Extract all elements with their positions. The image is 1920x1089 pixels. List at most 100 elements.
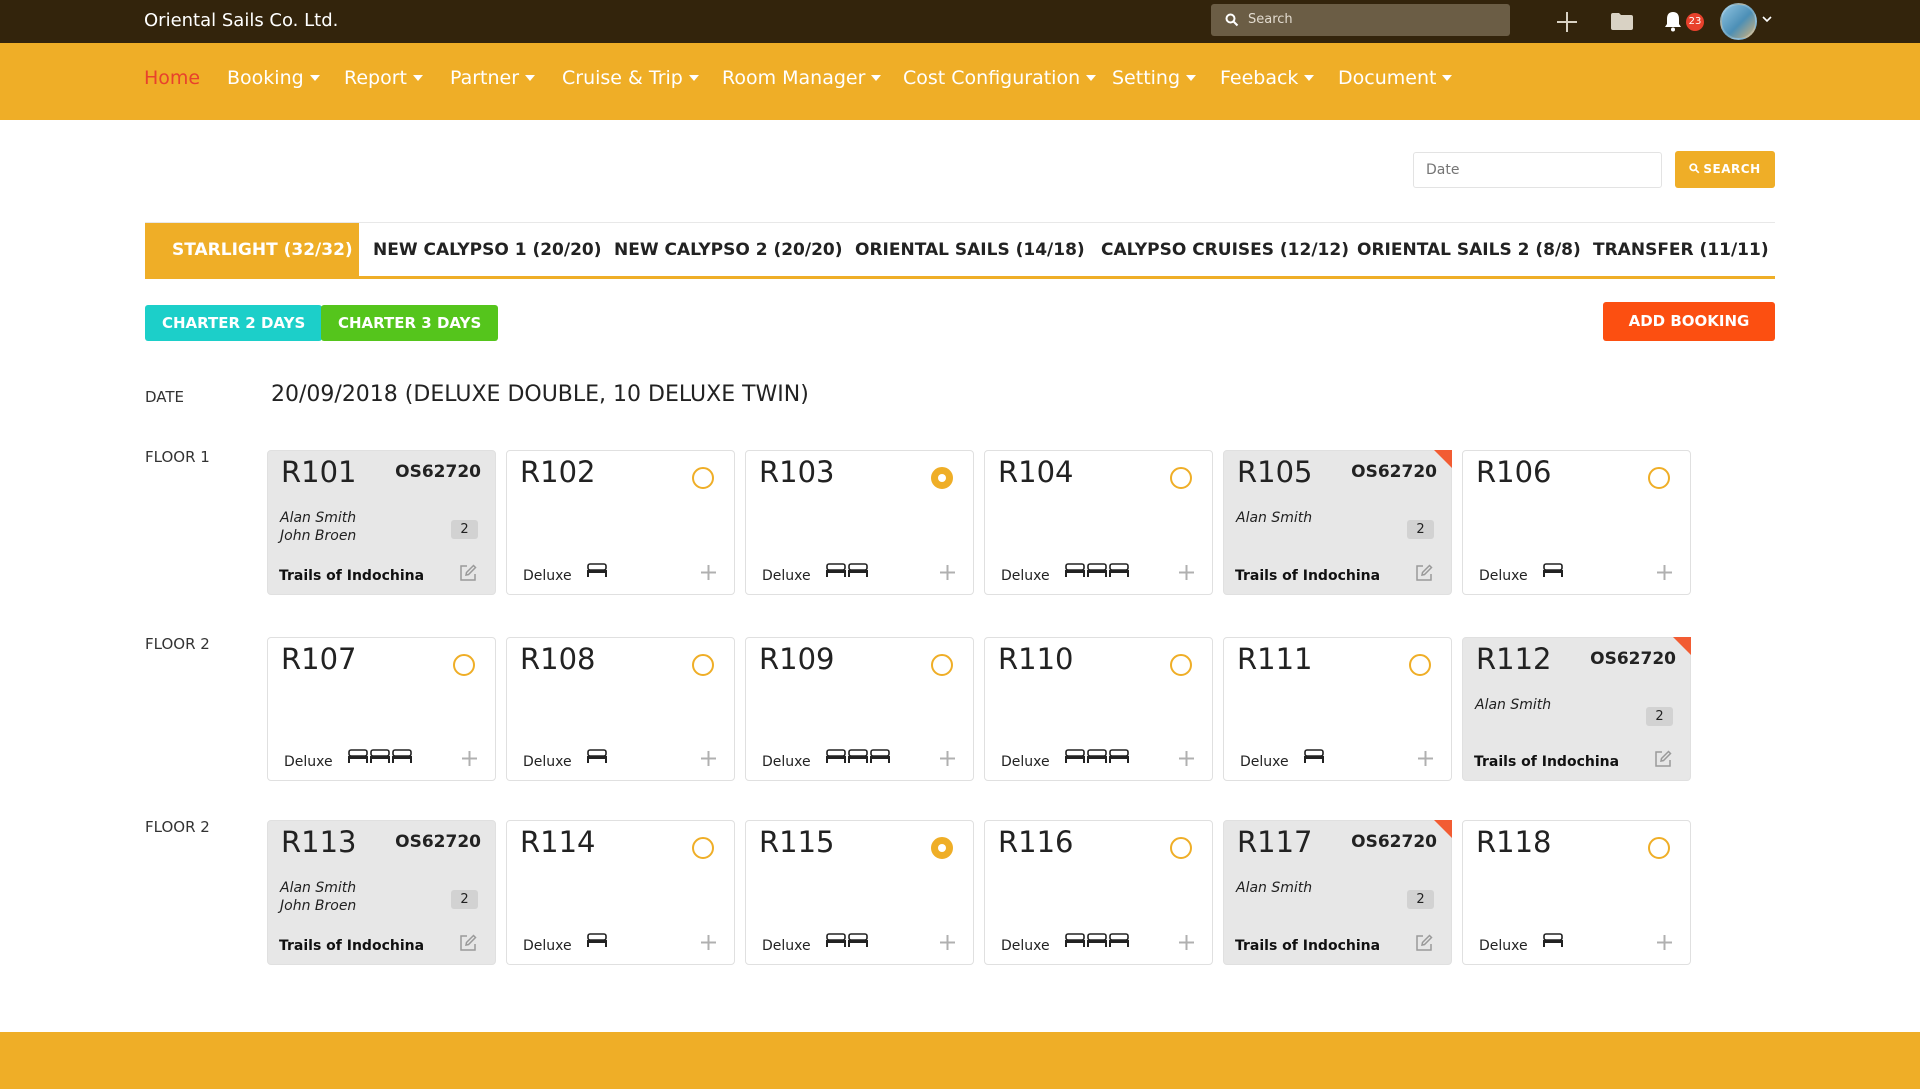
plus-icon[interactable] bbox=[1418, 751, 1433, 766]
nav-booking[interactable]: Booking bbox=[227, 67, 320, 89]
plus-icon[interactable] bbox=[1556, 11, 1578, 33]
room-select-radio[interactable] bbox=[692, 837, 714, 859]
room-card-r111[interactable]: R111 Deluxe bbox=[1223, 637, 1452, 781]
charter-2-days-button[interactable]: CHARTER 2 DAYS bbox=[145, 305, 323, 341]
tab-oriental-sails[interactable]: ORIENTAL SAILS (14/18) bbox=[855, 223, 1085, 277]
room-type: Deluxe bbox=[762, 754, 811, 770]
bed-icons bbox=[1065, 562, 1129, 581]
tab-new-calypso-2[interactable]: NEW CALYPSO 2 (20/20) bbox=[614, 223, 843, 277]
edit-icon[interactable] bbox=[459, 564, 477, 582]
nav-document[interactable]: Document bbox=[1338, 67, 1453, 89]
room-card-r116[interactable]: R116 Deluxe bbox=[984, 820, 1213, 965]
guest-name: Alan Smith bbox=[1475, 697, 1552, 713]
nav-feedback[interactable]: Feeback bbox=[1220, 67, 1315, 89]
plus-icon[interactable] bbox=[701, 565, 716, 580]
avatar[interactable] bbox=[1720, 3, 1757, 40]
plus-icon[interactable] bbox=[940, 935, 955, 950]
room-type: Deluxe bbox=[1479, 568, 1528, 584]
tab-starlight[interactable]: STARLIGHT (32/32) bbox=[145, 223, 359, 277]
room-select-radio[interactable] bbox=[692, 654, 714, 676]
room-number: R102 bbox=[520, 455, 596, 489]
plus-icon[interactable] bbox=[1657, 565, 1672, 580]
plus-icon[interactable] bbox=[1657, 935, 1672, 950]
edit-icon[interactable] bbox=[1415, 934, 1433, 952]
edit-icon[interactable] bbox=[1415, 564, 1433, 582]
booking-code[interactable]: OS62720 bbox=[1590, 649, 1676, 669]
room-card-r112[interactable]: R112 OS62720 Alan Smith 2 Trails of Indochin… bbox=[1462, 637, 1691, 781]
plus-icon[interactable] bbox=[462, 751, 477, 766]
company-name: Trails of Indochina bbox=[279, 938, 425, 954]
booking-code[interactable]: OS62720 bbox=[1351, 832, 1437, 852]
room-card-r103[interactable]: R103 Deluxe bbox=[745, 450, 974, 595]
room-card-r105[interactable]: R105 OS62720 Alan Smith 2 Trails of Indochin… bbox=[1223, 450, 1452, 595]
room-select-radio[interactable] bbox=[1648, 467, 1670, 489]
nav-report[interactable]: Report bbox=[344, 67, 423, 89]
tab-oriental-sails-2[interactable]: ORIENTAL SAILS 2 (8/8) bbox=[1357, 223, 1581, 277]
plus-icon[interactable] bbox=[940, 751, 955, 766]
bed-icon bbox=[1065, 749, 1129, 763]
nav-room-manager[interactable]: Room Manager bbox=[722, 67, 882, 89]
nav-cost-configuration[interactable]: Cost Configuration bbox=[903, 67, 1097, 89]
room-card-r107[interactable]: R107 Deluxe bbox=[267, 637, 496, 781]
booking-code[interactable]: OS62720 bbox=[395, 462, 481, 482]
search-button[interactable]: SEARCH bbox=[1675, 151, 1775, 188]
room-select-radio[interactable] bbox=[1170, 837, 1192, 859]
plus-icon[interactable] bbox=[701, 751, 716, 766]
bed-icon bbox=[1543, 563, 1563, 577]
plus-icon[interactable] bbox=[1179, 935, 1194, 950]
room-card-r118[interactable]: R118 Deluxe bbox=[1462, 820, 1691, 965]
floor-label: FLOOR 2 bbox=[145, 635, 210, 653]
nav-home[interactable]: Home bbox=[144, 67, 200, 89]
room-card-r115[interactable]: R115 Deluxe bbox=[745, 820, 974, 965]
date-input[interactable] bbox=[1413, 152, 1662, 188]
plus-icon[interactable] bbox=[940, 565, 955, 580]
charter-3-days-button[interactable]: CHARTER 3 DAYS bbox=[321, 305, 499, 341]
booking-code[interactable]: OS62720 bbox=[1351, 462, 1437, 482]
plus-icon[interactable] bbox=[1179, 565, 1194, 580]
top-bar: Oriental Sails Co. Ltd. Search 23 bbox=[0, 0, 1920, 43]
room-card-r101[interactable]: R101 OS62720 Alan Smith John Broen 2 Trails o… bbox=[267, 450, 496, 595]
room-select-radio[interactable] bbox=[1170, 654, 1192, 676]
room-select-radio[interactable] bbox=[453, 654, 475, 676]
room-card-r102[interactable]: R102 Deluxe bbox=[506, 450, 735, 595]
tab-new-calypso-1[interactable]: NEW CALYPSO 1 (20/20) bbox=[373, 223, 602, 277]
room-select-radio[interactable] bbox=[1170, 467, 1192, 489]
room-select-radio[interactable] bbox=[1648, 837, 1670, 859]
room-card-r108[interactable]: R108 Deluxe bbox=[506, 637, 735, 781]
bell-icon[interactable] bbox=[1664, 11, 1682, 32]
booking-code[interactable]: OS62720 bbox=[395, 832, 481, 852]
add-booking-button[interactable]: ADD BOOKING bbox=[1603, 302, 1775, 341]
folder-icon[interactable] bbox=[1611, 13, 1633, 30]
room-select-radio[interactable] bbox=[931, 467, 953, 489]
room-number: R108 bbox=[520, 642, 596, 676]
global-search-box[interactable]: Search bbox=[1211, 4, 1510, 36]
room-card-r117[interactable]: R117 OS62720 Alan Smith 2 Trails of Indochin… bbox=[1223, 820, 1452, 965]
room-select-radio[interactable] bbox=[692, 467, 714, 489]
room-card-r106[interactable]: R106 Deluxe bbox=[1462, 450, 1691, 595]
tab-transfer[interactable]: TRANSFER (11/11) bbox=[1593, 223, 1769, 277]
room-select-radio[interactable] bbox=[1409, 654, 1431, 676]
room-select-radio[interactable] bbox=[931, 837, 953, 859]
bed-icons bbox=[1304, 748, 1324, 767]
room-card-r113[interactable]: R113 OS62720 Alan Smith John Broen 2 Trails o… bbox=[267, 820, 496, 965]
room-type: Deluxe bbox=[523, 568, 572, 584]
guest-list: Alan Smith bbox=[1236, 509, 1312, 527]
edit-icon[interactable] bbox=[459, 934, 477, 952]
nav-cruise-trip[interactable]: Cruise & Trip bbox=[562, 67, 699, 89]
tab-calypso-cruises[interactable]: CALYPSO CRUISES (12/12) bbox=[1101, 223, 1349, 277]
room-select-radio[interactable] bbox=[931, 654, 953, 676]
nav-setting[interactable]: Setting bbox=[1112, 67, 1197, 89]
room-card-r110[interactable]: R110 Deluxe bbox=[984, 637, 1213, 781]
room-card-r114[interactable]: R114 Deluxe bbox=[506, 820, 735, 965]
edit-icon[interactable] bbox=[1654, 750, 1672, 768]
brand-name[interactable]: Oriental Sails Co. Ltd. bbox=[144, 10, 338, 31]
chevron-down-icon[interactable] bbox=[1762, 16, 1772, 23]
nav-home-label: Home bbox=[144, 67, 201, 89]
plus-icon[interactable] bbox=[701, 935, 716, 950]
room-card-r104[interactable]: R104 Deluxe bbox=[984, 450, 1213, 595]
room-type: Deluxe bbox=[284, 754, 333, 770]
room-card-r109[interactable]: R109 Deluxe bbox=[745, 637, 974, 781]
plus-icon[interactable] bbox=[1179, 751, 1194, 766]
bed-icons bbox=[348, 748, 412, 767]
nav-partner[interactable]: Partner bbox=[450, 67, 536, 89]
